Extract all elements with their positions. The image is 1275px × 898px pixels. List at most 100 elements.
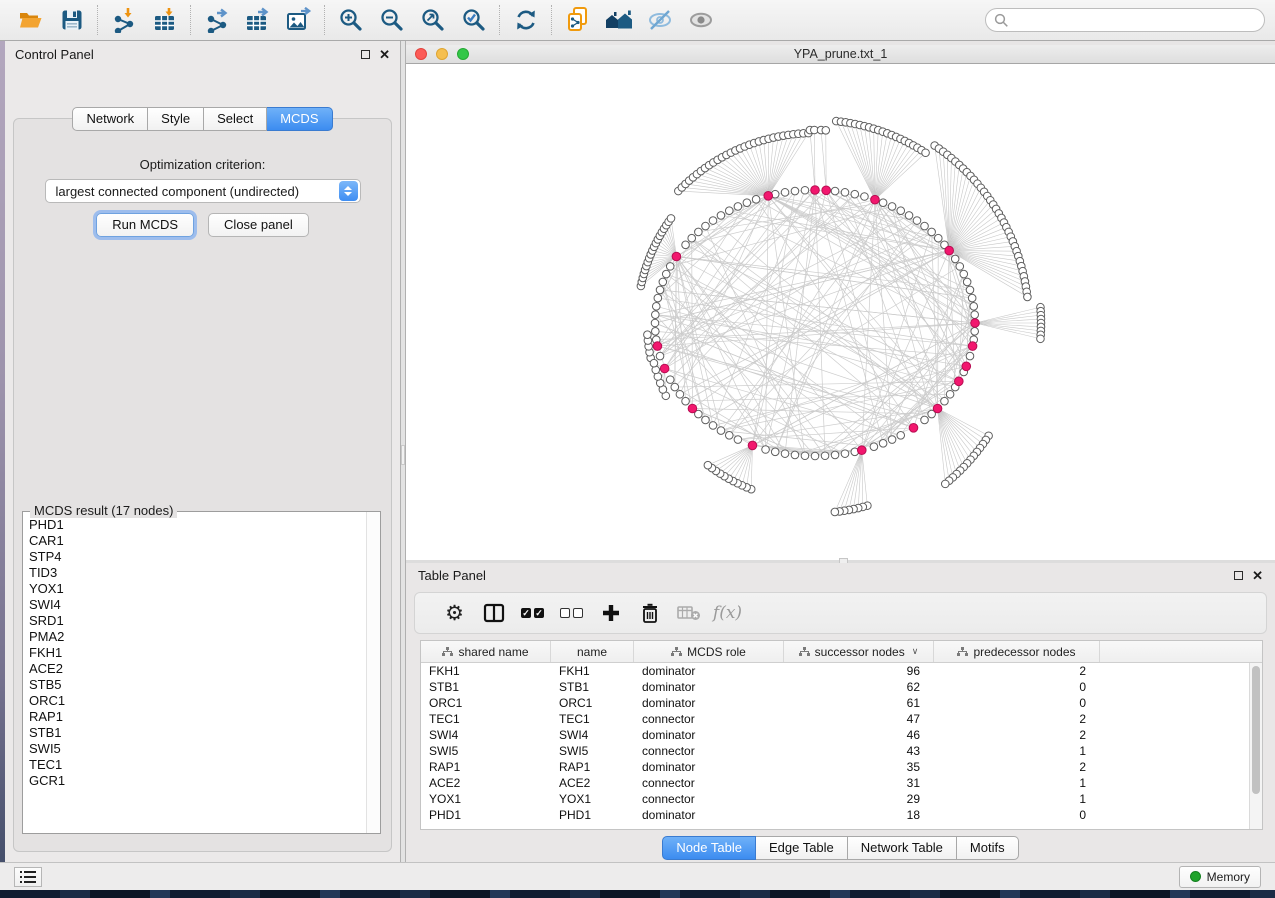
column-layout-icon[interactable] (474, 596, 513, 630)
table-cell[interactable]: TEC1 (421, 711, 551, 727)
table-scrollbar[interactable] (1249, 663, 1262, 829)
network-node[interactable] (709, 422, 717, 430)
network-node[interactable] (956, 263, 964, 271)
table-cell[interactable]: SWI5 (421, 743, 551, 759)
mcds-dominator-node[interactable] (857, 446, 866, 455)
float-panel-icon[interactable] (361, 50, 370, 59)
table-cell[interactable]: 46 (784, 727, 934, 743)
network-node[interactable] (743, 199, 751, 207)
table-cell[interactable]: 29 (784, 791, 934, 807)
table-cell[interactable]: 0 (934, 679, 1100, 695)
table-cell[interactable]: 2 (934, 759, 1100, 775)
mcds-result-item[interactable]: TID3 (29, 565, 366, 581)
mcds-result-item[interactable]: PHD1 (29, 517, 366, 533)
network-node[interactable] (791, 451, 799, 459)
mcds-dominator-node[interactable] (811, 186, 820, 195)
network-node[interactable] (966, 286, 974, 294)
table-cell[interactable]: SWI5 (551, 743, 634, 759)
network-node[interactable] (966, 352, 974, 360)
table-cell[interactable] (1100, 759, 1249, 775)
mcds-result-item[interactable]: SWI5 (29, 741, 366, 757)
mcds-list-scrollbar[interactable] (366, 512, 380, 833)
network-node[interactable] (762, 446, 770, 454)
table-cell[interactable]: connector (634, 743, 784, 759)
network-node[interactable] (951, 255, 959, 263)
table-cell[interactable]: 2 (934, 663, 1100, 679)
mcds-result-item[interactable]: SWI4 (29, 597, 366, 613)
network-node[interactable] (682, 241, 690, 249)
mcds-result-item[interactable]: ACE2 (29, 661, 366, 677)
satellite-node[interactable] (822, 127, 830, 135)
network-node[interactable] (725, 431, 733, 439)
network-node[interactable] (879, 440, 887, 448)
table-cell[interactable]: 0 (934, 695, 1100, 711)
mcds-dominator-node[interactable] (945, 246, 954, 255)
mcds-result-item[interactable]: GCR1 (29, 773, 366, 789)
mcds-dominator-node[interactable] (955, 377, 964, 386)
table-cell[interactable]: STB1 (551, 679, 634, 695)
table-row[interactable]: TEC1TEC1connector472 (421, 711, 1249, 727)
network-node[interactable] (734, 203, 742, 211)
zoom-in-icon[interactable] (330, 3, 371, 37)
network-node[interactable] (717, 212, 725, 220)
export-table-icon[interactable] (237, 3, 278, 37)
tab-style[interactable]: Style (148, 107, 204, 131)
memory-button[interactable]: Memory (1179, 866, 1261, 888)
table-cell[interactable] (1100, 775, 1249, 791)
table-cell[interactable] (1100, 711, 1249, 727)
table-cell[interactable]: 31 (784, 775, 934, 791)
network-node[interactable] (960, 270, 968, 278)
network-node[interactable] (659, 278, 667, 286)
table-cell[interactable]: PHD1 (551, 807, 634, 823)
network-node[interactable] (662, 270, 670, 278)
satellite-node[interactable] (941, 480, 949, 488)
table-cell[interactable]: 1 (934, 775, 1100, 791)
mcds-result-item[interactable]: STB1 (29, 725, 366, 741)
network-node[interactable] (666, 376, 674, 384)
tab-motifs[interactable]: Motifs (957, 836, 1019, 860)
table-cell[interactable] (1100, 679, 1249, 695)
table-cell[interactable]: 43 (784, 743, 934, 759)
splitter-grip[interactable] (401, 445, 405, 465)
table-cell[interactable] (1100, 727, 1249, 743)
table-cell[interactable]: 35 (784, 759, 934, 775)
table-cell[interactable]: 96 (784, 663, 934, 679)
mcds-dominator-node[interactable] (968, 342, 977, 351)
table-cell[interactable]: dominator (634, 663, 784, 679)
table-cell[interactable]: dominator (634, 807, 784, 823)
optimization-criterion-select[interactable]: largest connected component (undirected) (45, 179, 361, 203)
network-node[interactable] (676, 390, 684, 398)
zoom-selected-icon[interactable] (453, 3, 494, 37)
mcds-result-item[interactable]: YOX1 (29, 581, 366, 597)
table-cell[interactable]: 61 (784, 695, 934, 711)
mcds-result-item[interactable]: CAR1 (29, 533, 366, 549)
mcds-result-item[interactable]: ORC1 (29, 693, 366, 709)
network-node[interactable] (709, 217, 717, 225)
table-cell[interactable]: dominator (634, 727, 784, 743)
table-cell[interactable]: 1 (934, 743, 1100, 759)
network-node[interactable] (946, 390, 954, 398)
network-node[interactable] (651, 319, 659, 327)
close-panel-icon[interactable]: ✕ (1252, 569, 1263, 582)
network-node[interactable] (913, 217, 921, 225)
first-neighbors-icon[interactable] (598, 3, 639, 37)
network-node[interactable] (654, 294, 662, 302)
table-cell[interactable] (1100, 791, 1249, 807)
satellite-node[interactable] (1024, 293, 1032, 301)
table-cell[interactable]: 0 (934, 807, 1100, 823)
table-row[interactable]: RAP1RAP1dominator352 (421, 759, 1249, 775)
network-node[interactable] (841, 189, 849, 197)
import-network-icon[interactable] (103, 3, 144, 37)
network-node[interactable] (963, 278, 971, 286)
table-row[interactable]: ORC1ORC1dominator610 (421, 695, 1249, 711)
network-node[interactable] (652, 328, 660, 336)
network-node[interactable] (897, 207, 905, 215)
network-node[interactable] (831, 451, 839, 459)
export-network-icon[interactable] (196, 3, 237, 37)
table-row[interactable]: SWI5SWI5connector431 (421, 743, 1249, 759)
network-node[interactable] (905, 212, 913, 220)
network-node[interactable] (861, 193, 869, 201)
satellite-node[interactable] (704, 461, 712, 469)
network-node[interactable] (717, 427, 725, 435)
network-node[interactable] (971, 328, 979, 336)
